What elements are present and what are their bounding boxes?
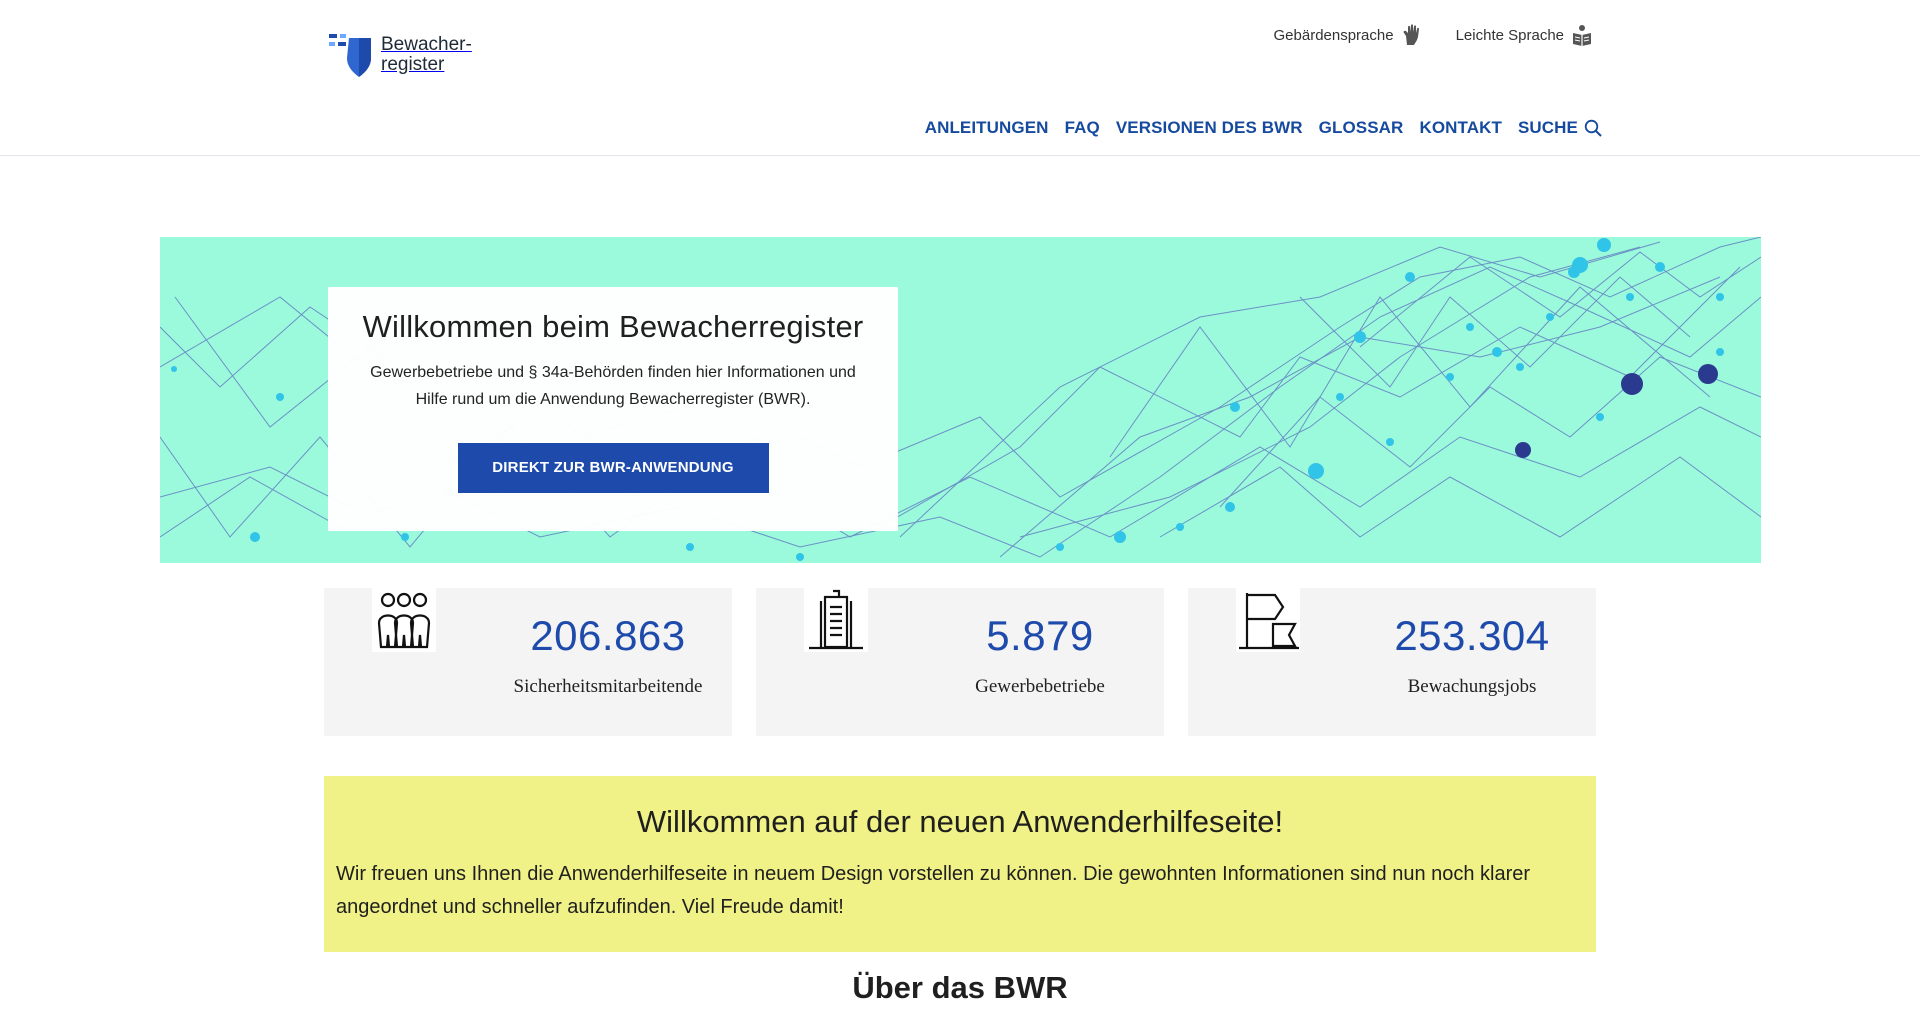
notice-title: Willkommen auf der neuen Anwenderhilfese… — [636, 804, 1284, 839]
stat-label-security-staff: Sicherheitsmitarbeitende — [513, 676, 703, 697]
stat-card-guard-jobs: 253.304 Bewachungsjobs — [1188, 588, 1596, 736]
bwr-application-button[interactable]: DIREKT ZUR BWR-ANWENDUNG — [457, 443, 769, 493]
hero-title: Willkommen beim Bewacherregister — [362, 309, 864, 344]
stat-value-security-staff: 206.863 — [530, 612, 686, 659]
nav-glossar[interactable]: GLOSSAR — [1319, 118, 1404, 138]
logo-line-1: Bewacher- — [381, 34, 472, 55]
site-header: Bewacher- register Gebärdensprache Leich… — [0, 0, 1920, 156]
notice-text: Wir freuen uns Ihnen die Anwenderhilfese… — [336, 863, 1531, 918]
welcome-notice-box: Willkommen auf der neuen Anwenderhilfese… — [324, 776, 1596, 952]
utility-nav: Gebärdensprache Leichte Sprache — [1274, 24, 1593, 46]
easy-language-book-icon — [1572, 24, 1592, 46]
stat-label-businesses: Gewerbebetriebe — [975, 676, 1105, 697]
nav-versionen[interactable]: VERSIONEN DES BWR — [1116, 118, 1303, 138]
logo-line-2: register — [381, 54, 445, 75]
hero-subtitle: Gewerbebetriebe und § 34a-Behörden finde… — [370, 364, 856, 408]
easy-language-link[interactable]: Leichte Sprache — [1456, 24, 1592, 46]
hero-banner: Willkommen beim Bewacherregister Gewerbe… — [160, 237, 1761, 563]
stat-value-businesses: 5.879 — [986, 612, 1094, 659]
search-icon[interactable] — [1584, 119, 1602, 137]
sign-language-link[interactable]: Gebärdensprache — [1274, 24, 1422, 46]
stat-value-guard-jobs: 253.304 — [1394, 612, 1550, 659]
main-nav: ANLEITUNGEN FAQ VERSIONEN DES BWR GLOSSA… — [925, 118, 1602, 138]
about-section-title: Über das BWR — [852, 970, 1068, 1005]
sign-language-label: Gebärdensprache — [1273, 26, 1394, 44]
nav-faq[interactable]: FAQ — [1065, 118, 1100, 138]
shield-logo-icon — [329, 32, 373, 78]
stat-card-businesses: 5.879 Gewerbebetriebe — [756, 588, 1164, 736]
easy-language-label: Leichte Sprache — [1455, 26, 1564, 44]
nav-search-label[interactable]: SUCHE — [1518, 118, 1578, 138]
nav-anleitungen[interactable]: ANLEITUNGEN — [925, 118, 1049, 138]
hand-sign-icon — [1402, 24, 1422, 46]
logo-wordmark: Bewacher- register — [381, 35, 472, 75]
stat-label-guard-jobs: Bewachungsjobs — [1407, 676, 1537, 697]
nav-kontakt[interactable]: KONTAKT — [1419, 118, 1502, 138]
nav-search[interactable]: SUCHE — [1518, 118, 1602, 138]
hero-welcome-card: Willkommen beim Bewacherregister Gewerbe… — [328, 287, 898, 531]
logo-link[interactable]: Bewacher- register — [329, 32, 472, 78]
stat-card-security-staff: 206.863 Sicherheitsmitarbeitende — [324, 588, 732, 736]
statistics-row: 206.863 Sicherheitsmitarbeitende 5.879 G… — [324, 588, 1596, 736]
